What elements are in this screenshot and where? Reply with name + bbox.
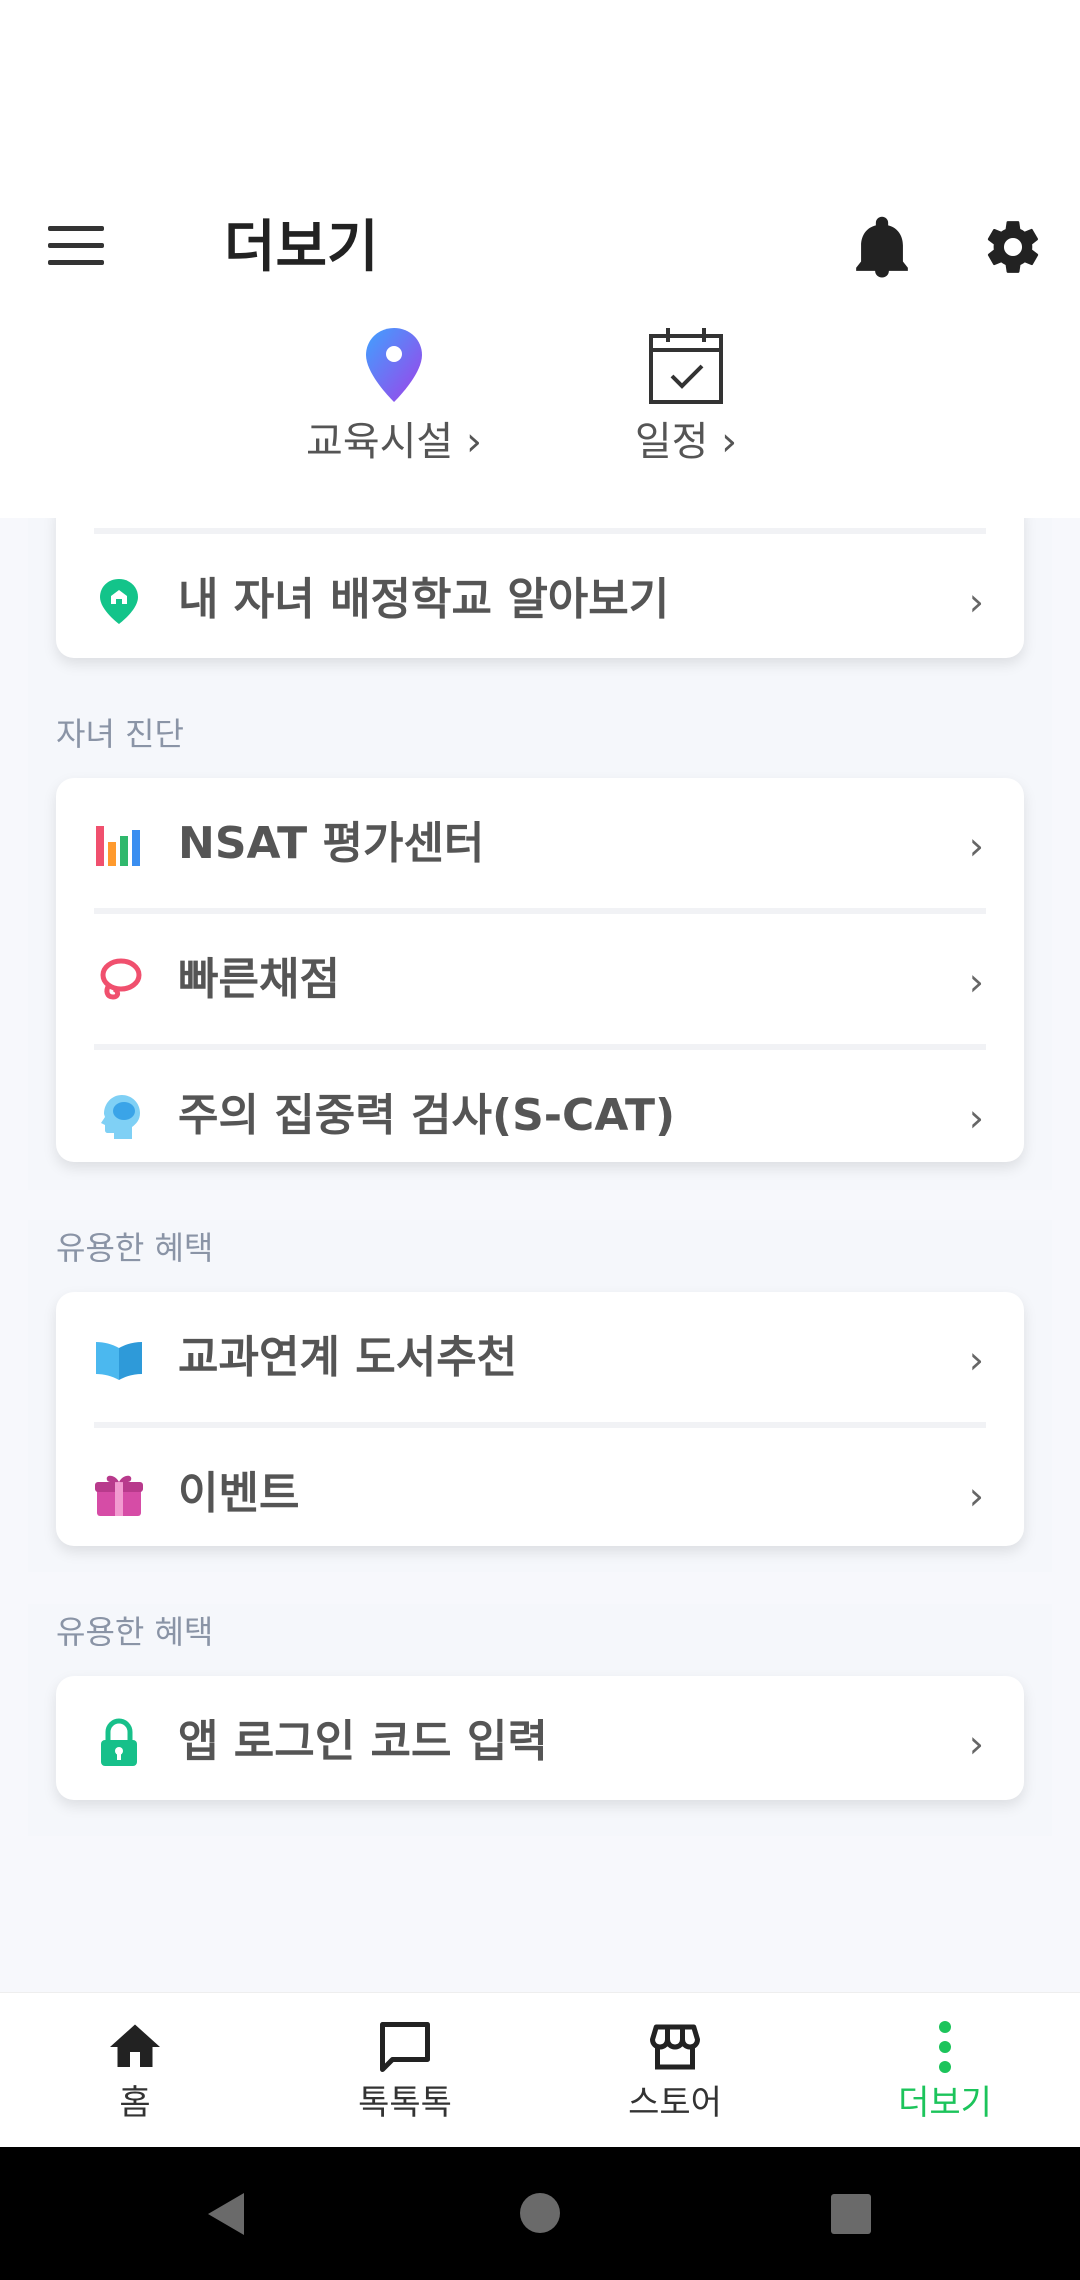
list-item-label: 빠른채점 [178, 954, 340, 1005]
chevron-right-icon: › [968, 1338, 984, 1382]
tab-chat[interactable]: 톡톡톡 [270, 1993, 540, 2148]
chevron-right-icon: › [968, 824, 984, 868]
section-title: 유용한 혜택 [56, 1229, 214, 1267]
section-title: 자녀 진단 [56, 715, 184, 753]
location-pin-icon [366, 328, 422, 402]
tab-store[interactable]: 스토어 [540, 1993, 810, 2148]
bar-chart-icon [96, 826, 140, 866]
calendar-check-icon [649, 328, 723, 404]
list-item[interactable]: 주의 집중력 검사(S-CAT) › [56, 1050, 1024, 1180]
chevron-right-icon: › [968, 1722, 984, 1766]
list-item[interactable]: 내 자녀 배정학교 알아보기 › [56, 534, 1024, 658]
chat-icon [380, 2022, 430, 2072]
list-item[interactable]: 교과연계 도서추천 › [56, 1292, 1024, 1422]
tab-label: 더보기 [898, 2083, 992, 2123]
chevron-right-icon: › [968, 1474, 984, 1518]
tab-label: 톡톡톡 [358, 2083, 452, 2123]
chevron-right-icon: › [968, 580, 984, 624]
section-title: 유용한 혜택 [56, 1613, 214, 1651]
card-login-code: 앱 로그인 코드 입력 › [56, 1676, 1024, 1800]
gift-icon [95, 1475, 143, 1516]
lock-icon [101, 1718, 137, 1766]
system-nav-bar [0, 2147, 1080, 2280]
chevron-right-icon: › [968, 1096, 984, 1140]
chevron-right-icon: › [968, 960, 984, 1004]
school-pin-icon [100, 579, 138, 624]
bell-icon[interactable] [852, 216, 912, 280]
tab-label: 스토어 [628, 2083, 722, 2123]
tab-home[interactable]: 홈 [0, 1993, 270, 2148]
more-vertical-icon [939, 2021, 951, 2073]
list-item-label: 내 자녀 배정학교 알아보기 [178, 574, 670, 625]
tab-label: 홈 [119, 2083, 151, 2123]
quick-link-schedule[interactable]: 일정 › [576, 326, 796, 472]
bottom-tab-bar: 홈 톡톡톡 스토어 더보기 [0, 1992, 1080, 2147]
list-item-label: 주의 집중력 검사(S-CAT) [178, 1090, 676, 1141]
quick-link-facilities[interactable]: 교육시설 › [284, 326, 504, 472]
list-item[interactable]: 빠른채점 › [56, 914, 1024, 1044]
list-item-label: 앱 로그인 코드 입력 [178, 1716, 548, 1767]
back-icon[interactable] [204, 2191, 248, 2237]
list-item-label: 이벤트 [178, 1468, 300, 1519]
list-item-label: 교과연계 도서추천 [178, 1332, 518, 1383]
content-area[interactable]: 내 자녀 배정학교 알아보기 › 자녀 진단 NSAT 평가센터 › 빠른채점 … [0, 498, 1080, 1992]
tab-more[interactable]: 더보기 [810, 1993, 1080, 2148]
hamburger-icon[interactable] [48, 226, 104, 266]
lasso-icon [100, 958, 142, 1000]
store-icon [650, 2024, 700, 2070]
list-item-label: NSAT 평가센터 [178, 818, 485, 869]
card-diagnosis: NSAT 평가센터 › 빠른채점 › 주의 집중력 검사(S-CAT) › [56, 778, 1024, 1162]
list-item[interactable]: 이벤트 › [56, 1428, 1024, 1558]
home-circle-icon[interactable] [518, 2191, 562, 2235]
quick-link-label: 일정 › [634, 419, 738, 465]
gear-icon[interactable] [982, 216, 1044, 278]
quick-link-label: 교육시설 › [306, 419, 482, 465]
brain-head-icon [101, 1095, 140, 1139]
card-benefits: 교과연계 도서추천 › 이벤트 › [56, 1292, 1024, 1546]
book-icon [96, 1342, 142, 1380]
home-icon [110, 2024, 160, 2067]
list-item[interactable]: 앱 로그인 코드 입력 › [56, 1676, 1024, 1800]
page-title: 더보기 [224, 215, 379, 280]
recents-icon[interactable] [830, 2193, 872, 2235]
header: 더보기 교육시설 › 일정 › [0, 0, 1080, 518]
list-item[interactable]: NSAT 평가센터 › [56, 778, 1024, 908]
card-school: 내 자녀 배정학교 알아보기 › [56, 498, 1024, 658]
